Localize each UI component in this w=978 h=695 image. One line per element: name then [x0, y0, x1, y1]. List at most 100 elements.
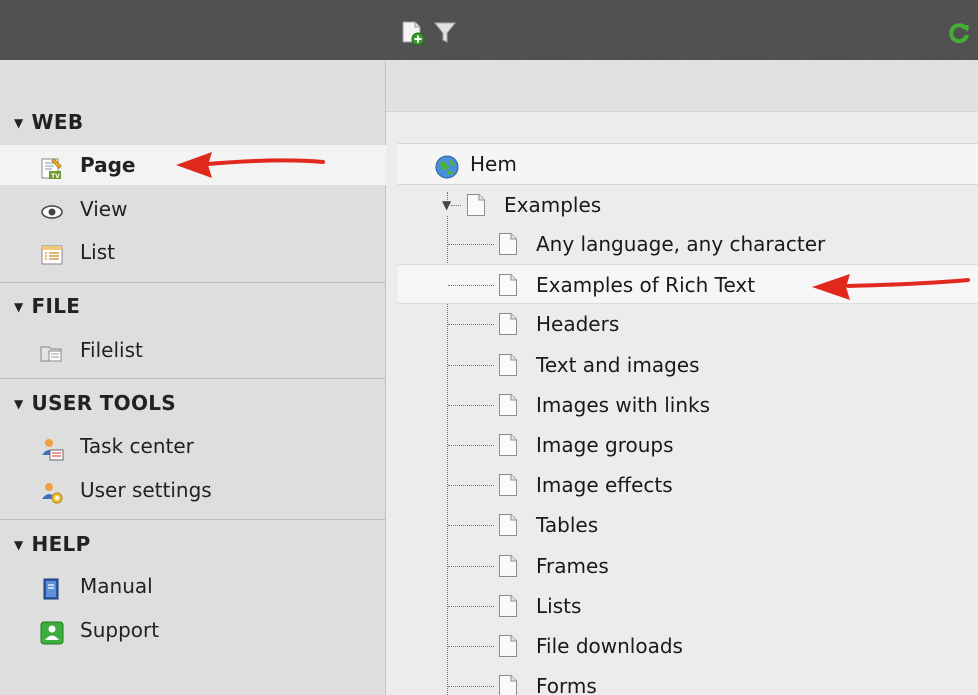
module-label: Filelist: [80, 338, 143, 362]
tree-node[interactable]: Forms: [398, 666, 978, 695]
tree-root-label: Hem: [470, 152, 517, 176]
tree-connector: [448, 686, 494, 687]
tree-connector: [448, 445, 494, 446]
module-item-task-center[interactable]: Task center: [0, 426, 386, 466]
tree-connector: [451, 205, 461, 206]
page-icon: [498, 634, 518, 658]
tree-node[interactable]: File downloads: [398, 626, 978, 666]
module-item-support[interactable]: Support: [0, 610, 386, 650]
group-label: USER TOOLS: [31, 391, 176, 415]
new-page-icon[interactable]: [400, 20, 426, 46]
support-icon: [40, 618, 64, 645]
tree-connector: [448, 566, 494, 567]
group-label: FILE: [31, 294, 81, 318]
page-icon: [498, 674, 518, 695]
tree-node[interactable]: Image groups: [398, 425, 978, 465]
page-icon: [498, 433, 518, 457]
tree-node[interactable]: Any language, any character: [398, 224, 978, 264]
tree-header-area: [386, 60, 978, 112]
group-header-file[interactable]: ▼ FILE: [0, 286, 386, 326]
tree-node-label: Images with links: [536, 393, 710, 417]
page-icon: [498, 273, 518, 297]
module-label: View: [80, 197, 128, 221]
tree-connector: [448, 285, 494, 286]
annotation-arrow-rich-text: [812, 274, 970, 300]
page-icon: [498, 312, 518, 336]
tree-connector: [448, 405, 494, 406]
module-label: User settings: [80, 478, 212, 502]
filter-icon[interactable]: [432, 20, 458, 46]
group-header-user-tools[interactable]: ▼ USER TOOLS: [0, 383, 386, 423]
page-icon: [498, 554, 518, 578]
tree-node-label: Text and images: [536, 353, 700, 377]
page-icon: [498, 393, 518, 417]
module-label: Task center: [80, 434, 194, 458]
tree-node[interactable]: Tables: [398, 505, 978, 545]
module-item-manual[interactable]: Manual: [0, 566, 386, 606]
tree-root-node[interactable]: Hem: [398, 143, 978, 185]
svg-text:TV: TV: [51, 173, 60, 180]
tree-node[interactable]: Text and images: [398, 345, 978, 385]
page-module-icon: TV: [40, 153, 64, 180]
module-item-view[interactable]: View: [0, 189, 386, 229]
collapse-triangle-icon: ▼: [14, 397, 24, 411]
tree-node-label: Headers: [536, 312, 620, 336]
module-item-user-settings[interactable]: User settings: [0, 470, 386, 510]
collapse-triangle-icon: ▼: [14, 300, 24, 314]
eye-icon: [40, 197, 64, 221]
list-icon: [40, 240, 64, 265]
module-label: Manual: [80, 574, 153, 598]
tree-connector: [448, 646, 494, 647]
tree-node-label: Examples of Rich Text: [536, 273, 756, 297]
tree-node[interactable]: Image effects: [398, 465, 978, 505]
tree-toolbar: [386, 0, 978, 60]
divider: [0, 519, 386, 520]
expand-triangle-icon[interactable]: ▼: [442, 198, 451, 212]
tree-node-label: Examples: [504, 193, 602, 217]
tree-node-label: File downloads: [536, 634, 683, 658]
module-label: Page: [80, 153, 136, 177]
manual-icon: [40, 574, 64, 600]
tree-node-label: Image groups: [536, 433, 674, 457]
tree-node-label: Lists: [536, 594, 582, 618]
tree-node[interactable]: Headers: [398, 304, 978, 344]
page-icon: [498, 473, 518, 497]
tree-node[interactable]: Images with links: [398, 385, 978, 425]
tree-connector: [448, 365, 494, 366]
collapse-triangle-icon: ▼: [14, 116, 24, 130]
globe-icon: [434, 154, 460, 180]
module-label: List: [80, 240, 115, 264]
page-icon: [466, 193, 486, 217]
page-icon: [498, 353, 518, 377]
refresh-icon[interactable]: [946, 20, 972, 46]
group-header-help[interactable]: ▼ HELP: [0, 524, 386, 564]
tree-connector: [448, 485, 494, 486]
group-header-web[interactable]: ▼ WEB: [0, 102, 386, 142]
tree-node-label: Forms: [536, 674, 597, 695]
page-icon: [498, 513, 518, 537]
page-tree-panel: Hem ▼ Examples Any language, any charact…: [176, 60, 978, 695]
collapse-triangle-icon: ▼: [14, 538, 24, 552]
tree-connector: [448, 244, 494, 245]
module-item-list[interactable]: List: [0, 232, 386, 272]
filelist-icon: [40, 338, 64, 362]
tree-node[interactable]: Lists: [398, 586, 978, 626]
page-icon: [498, 232, 518, 256]
tree-connector: [448, 525, 494, 526]
annotation-arrow-page: [176, 152, 325, 178]
tree-node-examples[interactable]: ▼ Examples: [398, 185, 978, 225]
tree-node-label: Image effects: [536, 473, 673, 497]
task-center-icon: [40, 434, 64, 461]
group-label: HELP: [31, 532, 91, 556]
top-toolbar: [0, 0, 978, 60]
tree-node-label: Tables: [536, 513, 599, 537]
module-label: Support: [80, 618, 160, 642]
page-icon: [498, 594, 518, 618]
tree-node[interactable]: Frames: [398, 546, 978, 586]
module-item-filelist[interactable]: Filelist: [0, 330, 386, 370]
tree-connector: [448, 606, 494, 607]
tree-node-label: Any language, any character: [536, 232, 826, 256]
divider: [0, 378, 386, 379]
tree-connector: [448, 324, 494, 325]
group-label: WEB: [31, 110, 84, 134]
